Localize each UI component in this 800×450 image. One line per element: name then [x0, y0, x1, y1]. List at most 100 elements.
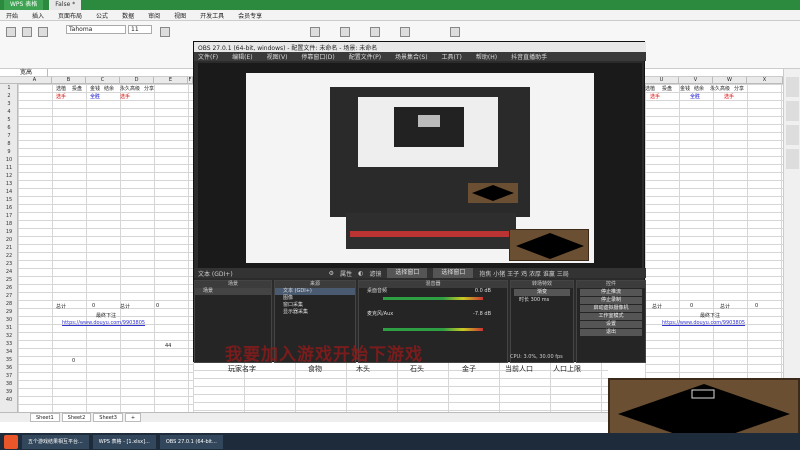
- menu-layout[interactable]: 页面布局: [58, 11, 82, 20]
- row-header[interactable]: 32: [0, 332, 18, 340]
- sum-icon[interactable]: [310, 27, 320, 37]
- align-icon[interactable]: [160, 27, 170, 37]
- obs-menu-file[interactable]: 文件(F): [198, 52, 218, 61]
- taskbar-item[interactable]: 五个游戏结果相互平台...: [22, 434, 89, 449]
- menu-data[interactable]: 数据: [122, 11, 134, 20]
- row-header[interactable]: 30: [0, 316, 18, 324]
- menu-insert[interactable]: 插入: [32, 11, 44, 20]
- row-header[interactable]: 34: [0, 348, 18, 356]
- panel-icon[interactable]: [786, 125, 799, 145]
- row-header[interactable]: 6: [0, 124, 18, 132]
- row-header[interactable]: 10: [0, 156, 18, 164]
- row-header[interactable]: 19: [0, 228, 18, 236]
- row-header[interactable]: 12: [0, 172, 18, 180]
- row-header[interactable]: 7: [0, 132, 18, 140]
- filter-icon[interactable]: [340, 27, 350, 37]
- row-header[interactable]: 4: [0, 108, 18, 116]
- obs-menu-docks[interactable]: 停靠窗口(D): [301, 52, 334, 61]
- wps-doc-tab[interactable]: False *: [49, 0, 82, 10]
- filter-button[interactable]: 滤镜: [369, 269, 381, 278]
- obs-menu-view[interactable]: 视图(V): [267, 52, 288, 61]
- panel-icon[interactable]: [786, 149, 799, 169]
- panel-icon[interactable]: [786, 77, 799, 97]
- font-family-select[interactable]: Tahoma: [66, 25, 126, 34]
- menu-vip[interactable]: 会员专享: [238, 11, 262, 20]
- row-header[interactable]: 36: [0, 364, 18, 372]
- row-header[interactable]: 11: [0, 164, 18, 172]
- select-window-button-2[interactable]: 选择窗口: [433, 268, 474, 278]
- row-header[interactable]: 2: [0, 92, 18, 100]
- name-box[interactable]: 宽高: [18, 69, 48, 77]
- row-header[interactable]: 18: [0, 220, 18, 228]
- row-header[interactable]: 35: [0, 356, 18, 364]
- paste-icon[interactable]: [6, 27, 16, 37]
- transition-select[interactable]: 渐变: [514, 289, 570, 296]
- source-item[interactable]: 图像: [275, 295, 355, 302]
- obs-menu-edit[interactable]: 编辑(E): [232, 52, 252, 61]
- col-header[interactable]: C: [86, 77, 120, 84]
- col-header[interactable]: E: [154, 77, 188, 84]
- add-sheet-button[interactable]: +: [124, 413, 142, 422]
- font-size-select[interactable]: 11: [128, 25, 152, 34]
- row-header[interactable]: 9: [0, 148, 18, 156]
- row-header[interactable]: 13: [0, 180, 18, 188]
- row-header[interactable]: 28: [0, 300, 18, 308]
- row-header[interactable]: 15: [0, 196, 18, 204]
- row-header[interactable]: 29: [0, 308, 18, 316]
- select-window-button[interactable]: 选择窗口: [387, 268, 428, 278]
- row-header[interactable]: 23: [0, 260, 18, 268]
- obs-menu-douyin[interactable]: 抖音直播助手: [511, 52, 547, 61]
- scene-item[interactable]: 场景: [195, 288, 271, 295]
- panel-icon[interactable]: [786, 101, 799, 121]
- row-header[interactable]: 16: [0, 204, 18, 212]
- format-icon[interactable]: [400, 27, 410, 37]
- row-header[interactable]: 17: [0, 212, 18, 220]
- table-icon[interactable]: [450, 27, 460, 37]
- menu-review[interactable]: 审阅: [148, 11, 160, 20]
- row-header[interactable]: 1: [0, 84, 18, 92]
- format-painter-icon[interactable]: [38, 27, 48, 37]
- row-header[interactable]: 24: [0, 268, 18, 276]
- row-header[interactable]: 5: [0, 116, 18, 124]
- col-header[interactable]: X: [747, 77, 783, 84]
- col-header[interactable]: D: [120, 77, 154, 84]
- sort-icon[interactable]: [370, 27, 380, 37]
- col-header[interactable]: W: [713, 77, 747, 84]
- col-header[interactable]: U: [645, 77, 679, 84]
- douyu-link[interactable]: https://www.douyu.com/9903805: [662, 320, 745, 326]
- douyu-link[interactable]: https://www.douyu.com/9903805: [62, 320, 145, 326]
- sheet-tab[interactable]: Sheet3: [93, 413, 123, 422]
- props-button[interactable]: 属性: [340, 269, 352, 278]
- taskbar-item[interactable]: WPS 表格 - [1.xlsx]...: [92, 434, 156, 449]
- obs-menu-profile[interactable]: 配置文件(P): [349, 52, 381, 61]
- col-header[interactable]: V: [679, 77, 713, 84]
- col-header[interactable]: A: [18, 77, 52, 84]
- row-header[interactable]: 20: [0, 236, 18, 244]
- wps-app-tab[interactable]: WPS 表格: [4, 0, 44, 10]
- duration-value[interactable]: 300 ms: [531, 297, 550, 303]
- row-header[interactable]: 25: [0, 276, 18, 284]
- row-header[interactable]: 33: [0, 340, 18, 348]
- row-header[interactable]: 31: [0, 324, 18, 332]
- obs-menu-tools[interactable]: 工具(T): [442, 52, 462, 61]
- row-header[interactable]: 38: [0, 380, 18, 388]
- row-header[interactable]: 21: [0, 244, 18, 252]
- row-header[interactable]: 26: [0, 284, 18, 292]
- sheet-tab[interactable]: Sheet2: [61, 413, 92, 422]
- sheet-grid-left[interactable]: [18, 84, 193, 412]
- settings-button[interactable]: 设置: [580, 321, 642, 328]
- menu-formula[interactable]: 公式: [96, 11, 108, 20]
- virtual-camera-button[interactable]: 启动虚拟摄像机: [580, 305, 642, 312]
- row-header[interactable]: 22: [0, 252, 18, 260]
- studio-mode-button[interactable]: 工作室模式: [580, 313, 642, 320]
- sheet-tab[interactable]: Sheet1: [30, 413, 60, 422]
- filter-icon[interactable]: ◐: [358, 270, 363, 277]
- gear-icon[interactable]: ⚙: [329, 270, 334, 277]
- start-icon[interactable]: [4, 434, 18, 449]
- menu-home[interactable]: 开始: [6, 11, 18, 20]
- source-item[interactable]: 文本 (GDI+): [275, 288, 355, 295]
- stop-record-button[interactable]: 停止录制: [580, 297, 642, 304]
- stop-stream-button[interactable]: 停止推流: [580, 289, 642, 296]
- exit-button[interactable]: 退出: [580, 329, 642, 336]
- sheet-grid-right[interactable]: [645, 84, 783, 384]
